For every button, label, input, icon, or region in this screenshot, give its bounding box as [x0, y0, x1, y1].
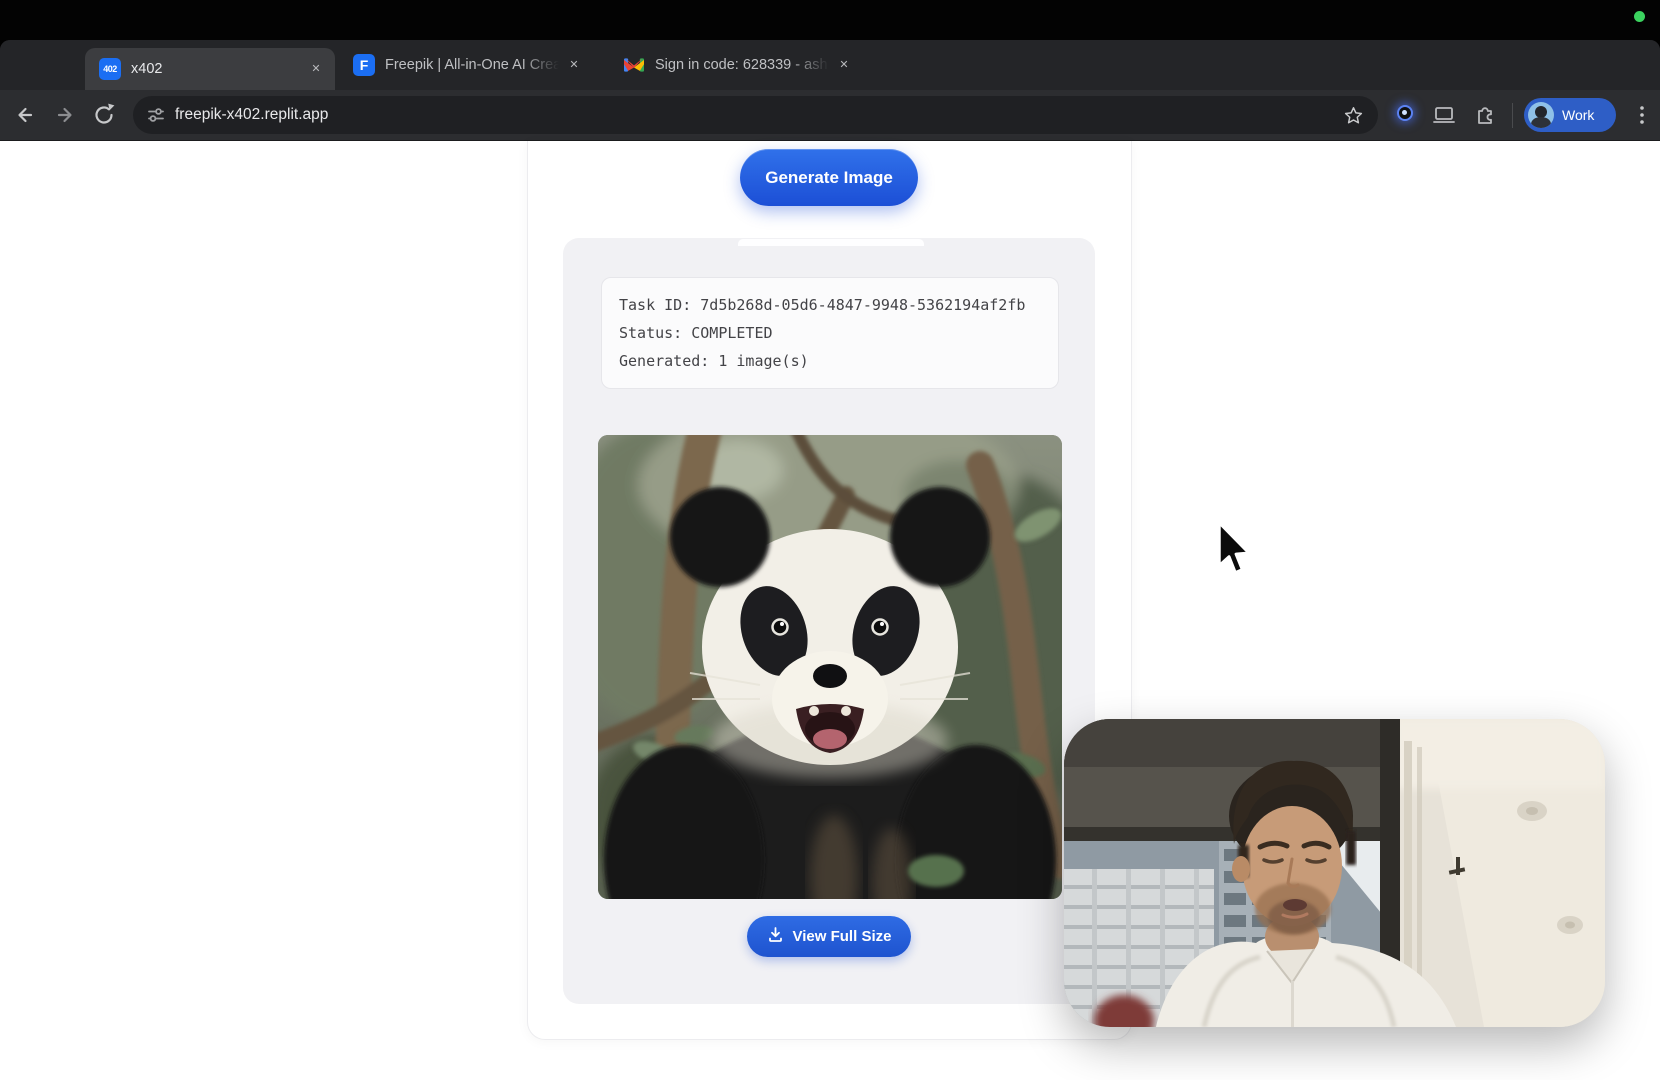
extensions-puzzle-icon[interactable]: [1472, 102, 1498, 128]
tab-x402[interactable]: 402 x402 ✕: [85, 48, 335, 90]
recording-extension-icon[interactable]: [1397, 105, 1413, 121]
webcam-overlay[interactable]: [1064, 719, 1605, 1027]
task-id-line: Task ID: 7d5b268d-05d6-4847-9948-5362194…: [619, 296, 1025, 318]
view-full-size-label: View Full Size: [793, 928, 892, 945]
x402-favicon-icon: 402: [99, 58, 121, 80]
toolbar-separator: [1512, 103, 1513, 128]
web-page: Generate Image Task ID: 7d5b268d-05d6-48…: [0, 141, 1660, 1080]
avatar: [1528, 102, 1554, 128]
browser-toolbar: freepik-x402.replit.app: [0, 90, 1660, 141]
tab-freepik[interactable]: F Freepik | All-in-One AI Creati ✕: [339, 40, 593, 90]
tab-title: Freepik | All-in-One AI Creati: [385, 57, 559, 73]
status-label: Status:: [619, 324, 691, 342]
profile-button[interactable]: Work: [1524, 98, 1616, 132]
freepik-favicon-icon: F: [353, 54, 375, 76]
tab-strip: 402 x402 ✕ F Freepik | All-in-One AI Cre…: [0, 40, 1660, 90]
tab-title: Sign in code: 628339 - ash.n: [655, 57, 829, 73]
tab-title: x402: [131, 61, 301, 77]
generated-panda-image[interactable]: [598, 435, 1062, 899]
mouse-cursor: [1214, 521, 1256, 577]
generate-image-label: Generate Image: [765, 168, 893, 188]
tab-close-icon[interactable]: ✕: [835, 56, 853, 74]
browser-window: 402 x402 ✕ F Freepik | All-in-One AI Cre…: [0, 40, 1660, 1080]
forward-button[interactable]: [50, 100, 80, 130]
task-id-value: 7d5b268d-05d6-4847-9948-5362194af2fb: [700, 296, 1025, 314]
url-text[interactable]: freepik-x402.replit.app: [175, 106, 1343, 124]
task-id-label: Task ID:: [619, 296, 700, 314]
browser-menu-icon[interactable]: [1632, 101, 1652, 129]
generated-value: 1 image(s): [718, 352, 808, 370]
site-settings-icon[interactable]: [146, 105, 166, 125]
status-line: Status: COMPLETED: [619, 324, 773, 346]
view-full-size-button[interactable]: View Full Size: [747, 916, 911, 957]
download-icon: [767, 926, 784, 947]
screen-share-icon[interactable]: [1431, 102, 1457, 128]
result-card-peek-bar: [738, 239, 924, 246]
reload-button[interactable]: [89, 100, 119, 130]
gmail-favicon-icon: [623, 54, 645, 76]
generate-image-button[interactable]: Generate Image: [740, 149, 918, 206]
status-value: COMPLETED: [691, 324, 772, 342]
profile-label: Work: [1562, 107, 1594, 123]
screenshot-root: 402 x402 ✕ F Freepik | All-in-One AI Cre…: [0, 0, 1660, 1080]
macos-menubar: [0, 0, 1660, 40]
back-button[interactable]: [10, 100, 40, 130]
generated-label: Generated:: [619, 352, 718, 370]
tab-gmail-signin[interactable]: Sign in code: 628339 - ash.n ✕: [609, 40, 863, 90]
url-bar[interactable]: freepik-x402.replit.app: [133, 96, 1378, 134]
recording-indicator-dot: [1634, 11, 1645, 22]
generated-count-line: Generated: 1 image(s): [619, 352, 809, 374]
tab-close-icon[interactable]: ✕: [565, 56, 583, 74]
bookmark-star-icon[interactable]: [1343, 105, 1364, 126]
tab-close-icon[interactable]: ✕: [307, 60, 325, 78]
